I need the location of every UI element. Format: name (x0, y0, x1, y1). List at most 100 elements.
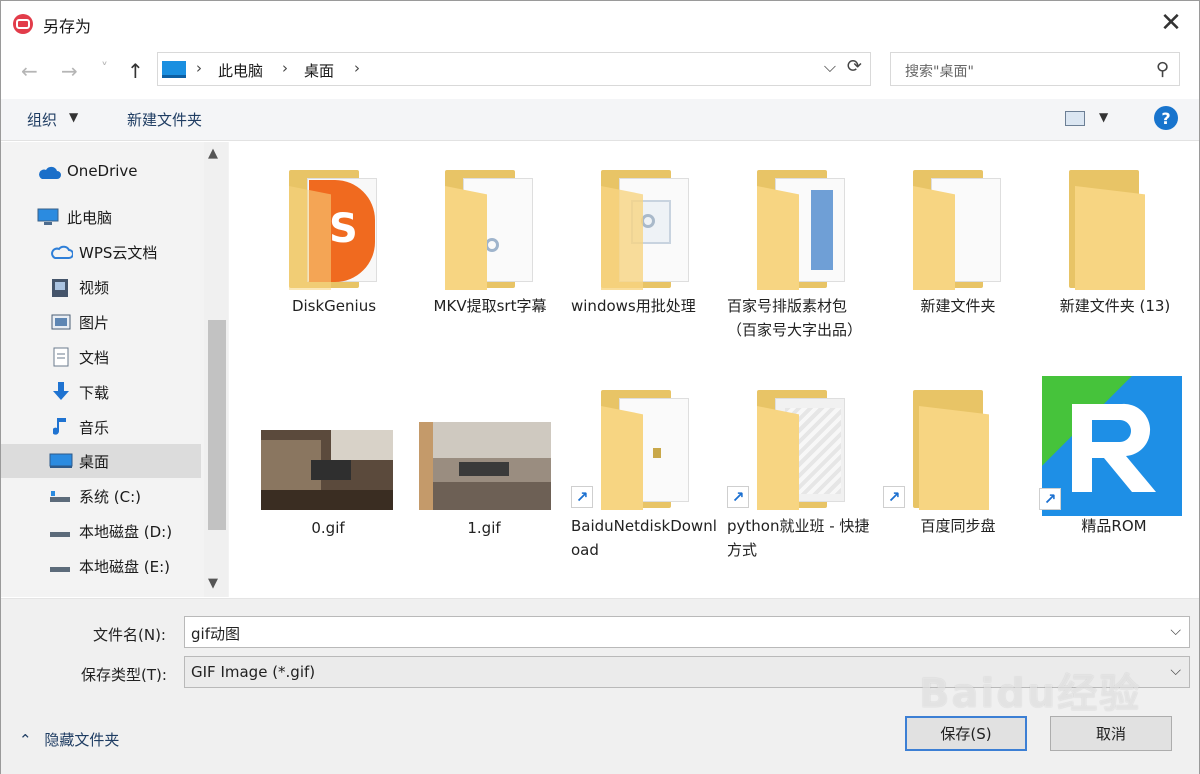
shortcut-arrow-icon: ↗ (1039, 488, 1061, 510)
sidebar-item-documents[interactable]: 文档 (1, 340, 201, 374)
file-item-baijiahao[interactable]: 百家号排版素材包（百家号大字出品） (727, 170, 877, 380)
file-name: 精品ROM (1081, 517, 1147, 535)
chevron-down-icon[interactable]: ▼ (208, 576, 218, 591)
sidebar-item-label: 桌面 (79, 453, 110, 471)
chevron-down-icon[interactable]: ▼ (1099, 110, 1108, 124)
file-item-diskgenius[interactable]: S DiskGenius (259, 170, 409, 380)
close-button[interactable]: ✕ (1153, 7, 1189, 39)
help-icon[interactable]: ? (1154, 106, 1178, 130)
sidebar-item-desktop[interactable]: 桌面 (1, 444, 201, 478)
file-list: S DiskGenius MKV提取srt字幕 windows用批处理 百家号排… (229, 142, 1199, 597)
sidebar-item-music[interactable]: 音乐 (1, 410, 201, 444)
file-item-rom[interactable]: ↗ 精品ROM (1039, 374, 1189, 584)
sidebar-scrollbar[interactable]: ▲ ▼ (204, 142, 228, 597)
hide-folders-button[interactable]: ⌃ 隐藏文件夹 (19, 729, 119, 750)
navigation-pane: OneDrive 此电脑 WPS云文档 视频 图片 文档 下载 音乐 桌面 系统… (1, 142, 229, 597)
save-as-dialog: 另存为 ✕ ← → ˅ ↑ › 此电脑 › 桌面 › ⌵ ⟳ 搜索"桌面" ⚲ … (0, 0, 1200, 774)
chevron-up-icon[interactable]: ▲ (208, 146, 218, 161)
organize-menu-button[interactable]: 组织 (27, 109, 57, 130)
search-icon[interactable]: ⚲ (1156, 59, 1169, 80)
folder-icon (601, 390, 701, 510)
sidebar-item-label: 本地磁盘 (D:) (79, 523, 173, 541)
sidebar-item-onedrive[interactable]: OneDrive (1, 155, 201, 189)
drive-icon (50, 567, 70, 572)
sidebar-item-label: 此电脑 (67, 209, 113, 227)
sidebar-item-pictures[interactable]: 图片 (1, 305, 201, 339)
file-item-mkv-srt[interactable]: MKV提取srt字幕 (415, 170, 565, 380)
sidebar-item-drive-e[interactable]: 本地磁盘 (E:) (1, 549, 201, 583)
folder-icon (1069, 170, 1169, 290)
shortcut-arrow-icon: ↗ (571, 486, 593, 508)
sidebar-item-label: 下载 (79, 384, 110, 402)
sidebar-item-videos[interactable]: 视频 (1, 270, 201, 304)
sidebar-item-label: 视频 (79, 279, 110, 297)
file-name: 新建文件夹 (920, 297, 996, 315)
folder-icon (913, 170, 1013, 290)
forward-button[interactable]: → (61, 59, 78, 83)
folder-icon (913, 390, 1013, 510)
sidebar-item-drive-c[interactable]: 系统 (C:) (1, 479, 201, 513)
folder-icon: S (289, 170, 389, 290)
app-icon (13, 14, 33, 34)
desktop-icon (49, 453, 73, 468)
scrollbar-thumb[interactable] (208, 320, 226, 530)
breadcrumb-separator: › (282, 59, 288, 77)
documents-icon (53, 347, 69, 367)
sidebar-item-label: 音乐 (79, 419, 110, 437)
title-bar: 另存为 ✕ (1, 1, 1199, 45)
cancel-button[interactable]: 取消 (1050, 716, 1172, 751)
breadcrumb-this-pc[interactable]: 此电脑 (218, 60, 263, 81)
filename-input[interactable]: gif动图 ⌵ (184, 616, 1190, 648)
sidebar-item-label: OneDrive (67, 162, 138, 180)
folder-icon (757, 390, 857, 510)
file-item-baidunetdisk[interactable]: ↗ BaiduNetdiskDownload (571, 390, 721, 600)
chevron-down-icon[interactable]: ▼ (69, 110, 78, 124)
file-item-new-folder-13[interactable]: 新建文件夹 (13) (1039, 170, 1189, 380)
file-item-python-shortcut[interactable]: ↗ python就业班 - 快捷方式 (727, 390, 877, 600)
computer-icon (37, 208, 59, 225)
file-name: 新建文件夹 (13) (1059, 297, 1171, 315)
breadcrumb-desktop[interactable]: 桌面 (304, 60, 334, 81)
new-folder-button[interactable]: 新建文件夹 (127, 109, 202, 130)
file-name: python就业班 - 快捷方式 (727, 517, 870, 559)
gif-thumbnail (419, 422, 551, 510)
up-button[interactable]: ↑ (127, 59, 144, 83)
music-icon (53, 418, 66, 435)
folder-icon (757, 170, 857, 290)
chevron-up-icon: ⌃ (19, 731, 32, 749)
refresh-button[interactable]: ⟳ (847, 56, 862, 77)
rom-app-icon (1042, 376, 1182, 516)
shortcut-arrow-icon: ↗ (883, 486, 905, 508)
file-name: 百家号排版素材包（百家号大字出品） (727, 297, 863, 339)
window-title: 另存为 (43, 17, 92, 36)
sidebar-item-label: WPS云文档 (79, 244, 158, 262)
wps-cloud-icon (51, 245, 73, 259)
folder-icon (601, 170, 701, 290)
sidebar-item-drive-d[interactable]: 本地磁盘 (D:) (1, 514, 201, 548)
file-item-new-folder[interactable]: 新建文件夹 (883, 170, 1033, 380)
sidebar-item-wps-cloud[interactable]: WPS云文档 (1, 235, 201, 269)
breadcrumb-separator: › (354, 59, 360, 77)
address-dropdown-button[interactable]: ⌵ (824, 57, 836, 77)
search-input[interactable]: 搜索"桌面" ⚲ (890, 52, 1180, 86)
address-bar[interactable]: › 此电脑 › 桌面 › ⌵ ⟳ (157, 52, 871, 86)
recent-locations-button[interactable]: ˅ (101, 61, 108, 77)
drive-icon (50, 491, 70, 502)
back-button[interactable]: ← (21, 59, 38, 83)
pictures-icon (51, 314, 71, 330)
sidebar-item-downloads[interactable]: 下载 (1, 375, 201, 409)
drive-icon (50, 532, 70, 537)
sidebar-item-this-pc[interactable]: 此电脑 (1, 200, 201, 234)
view-mode-icon[interactable] (1065, 111, 1085, 126)
chevron-down-icon[interactable]: ⌵ (1170, 623, 1181, 639)
save-button[interactable]: 保存(S) (905, 716, 1027, 751)
file-name: 0.gif (311, 519, 345, 537)
chevron-down-icon[interactable]: ⌵ (1170, 663, 1181, 679)
file-item-windows-batch[interactable]: windows用批处理 (571, 170, 721, 380)
sidebar-item-label: 文档 (79, 349, 110, 367)
filename-value: gif动图 (191, 625, 240, 643)
breadcrumb-separator: › (196, 59, 202, 77)
file-name: MKV提取srt字幕 (433, 297, 547, 315)
file-item-baidu-sync[interactable]: ↗ 百度同步盘 (883, 390, 1033, 600)
sidebar-item-label: 系统 (C:) (79, 488, 141, 506)
